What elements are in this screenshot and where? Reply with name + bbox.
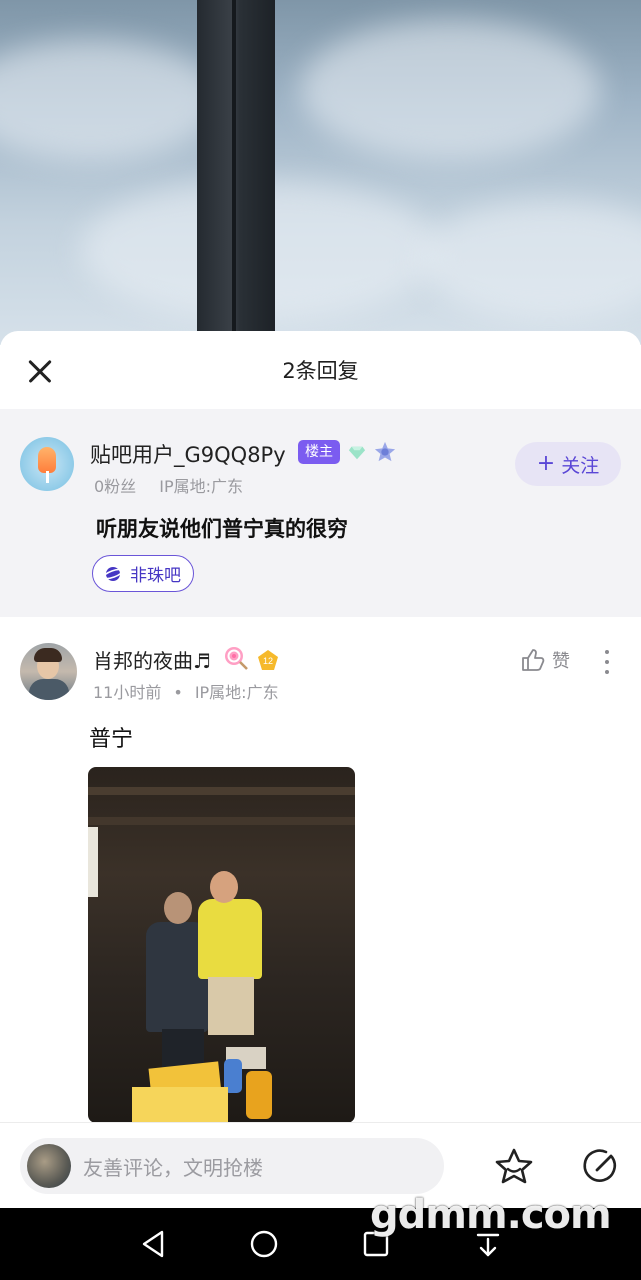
close-icon[interactable]	[22, 353, 58, 389]
op-meta: 0粉丝 IP属地:广东	[94, 473, 261, 497]
home-icon[interactable]	[246, 1226, 282, 1262]
op-username[interactable]: 贴吧用户_G9QQ8Py	[90, 439, 286, 469]
op-avatar[interactable]	[20, 437, 74, 491]
star-badge-icon	[374, 441, 396, 462]
level-badge: 12	[257, 649, 279, 671]
lollipop-icon	[225, 647, 248, 670]
comment-placeholder: 友善评论，文明抢楼	[83, 1156, 263, 1180]
replies-sheet: 2条回复 贴吧用户_G9QQ8Py 楼主 0粉丝 IP属地:广东 + 关注 听朋…	[0, 331, 641, 1208]
follow-button[interactable]: + 关注	[515, 442, 621, 486]
diamond-icon	[348, 446, 366, 460]
more-options-icon[interactable]	[598, 647, 616, 677]
site-watermark: gdmm.com	[370, 1192, 612, 1238]
follow-label: 关注	[561, 454, 600, 477]
thumb-up-icon	[522, 649, 545, 671]
reply-meta: 11小时前 • IP属地:广东	[93, 683, 279, 702]
like-label: 赞	[552, 651, 570, 672]
back-icon[interactable]	[136, 1226, 172, 1262]
level-number: 12	[263, 656, 273, 666]
reply-ip: IP属地:广东	[194, 683, 279, 702]
comment-input[interactable]: 友善评论，文明抢楼	[20, 1138, 444, 1194]
level-badge-icon: 12	[258, 650, 278, 670]
plus-icon: +	[536, 451, 556, 476]
reply-time: 11小时前	[93, 683, 162, 702]
op-post-text: 听朋友说他们普宁真的很穷	[96, 517, 348, 541]
planet-icon	[103, 566, 123, 581]
reply-photo[interactable]	[88, 767, 355, 1123]
original-post-card[interactable]: 贴吧用户_G9QQ8Py 楼主 0粉丝 IP属地:广东 + 关注 听朋友说他们普…	[0, 409, 641, 617]
sheet-title: 2条回复	[282, 359, 359, 383]
edit-icon[interactable]	[582, 1147, 620, 1185]
reply-avatar[interactable]	[20, 643, 77, 700]
my-avatar	[27, 1144, 71, 1188]
sheet-header: 2条回复	[0, 331, 641, 409]
star-icon[interactable]	[494, 1147, 534, 1185]
fans-count: 0粉丝	[94, 477, 137, 496]
background-photo	[0, 0, 641, 345]
ip-location: IP属地:广东	[159, 477, 244, 496]
owner-badge: 楼主	[298, 440, 340, 464]
reply-username[interactable]: 肖邦的夜曲♬	[93, 645, 211, 674]
like-button[interactable]: 赞	[520, 647, 570, 673]
reply-text: 普宁	[89, 727, 134, 752]
forum-tag[interactable]: 非珠吧	[92, 555, 194, 592]
forum-tag-label: 非珠吧	[130, 566, 181, 586]
